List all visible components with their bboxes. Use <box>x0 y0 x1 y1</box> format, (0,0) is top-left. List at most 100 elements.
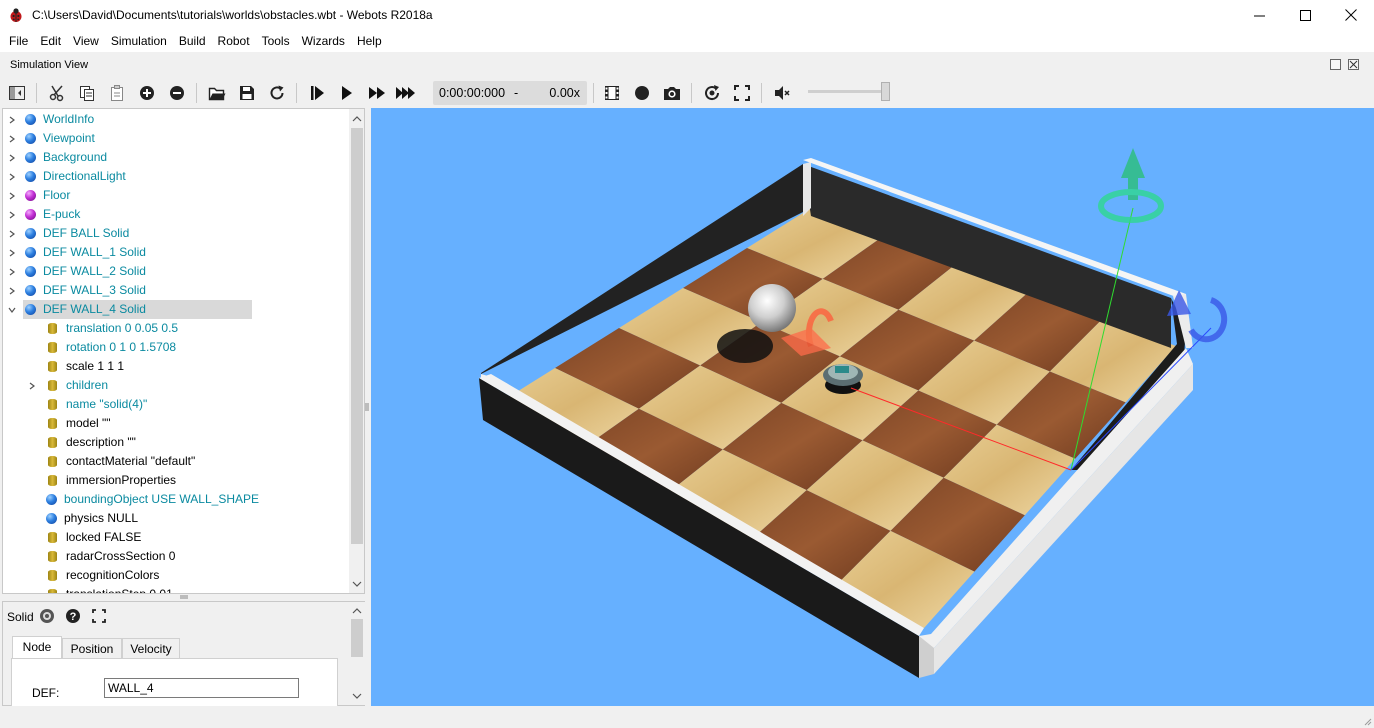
scroll-down-icon[interactable] <box>349 576 365 592</box>
delete-node-button[interactable] <box>165 81 189 105</box>
screenshot-button[interactable] <box>660 81 684 105</box>
splitter-grip-icon[interactable] <box>178 595 190 600</box>
chevron-right-icon[interactable] <box>27 376 37 395</box>
scene-tree-field[interactable]: children <box>3 376 351 395</box>
scene-tree-field[interactable]: rotation 0 1 0 1.5708 <box>3 338 351 357</box>
tab-velocity[interactable]: Velocity <box>122 638 180 659</box>
add-node-button[interactable] <box>135 81 159 105</box>
minimize-button[interactable] <box>1236 0 1282 30</box>
scene-tree-field[interactable]: model "" <box>3 414 351 433</box>
chevron-right-icon[interactable] <box>7 148 17 167</box>
scene-tree-field[interactable]: contactMaterial "default" <box>3 452 351 471</box>
scroll-down-icon[interactable] <box>349 689 365 703</box>
chevron-right-icon[interactable] <box>7 129 17 148</box>
scene-tree-field[interactable]: immersionProperties <box>3 471 351 490</box>
splitter-grip-icon[interactable] <box>364 400 370 414</box>
close-panel-button[interactable] <box>1348 59 1359 70</box>
scene-tree-node[interactable]: E-puck <box>3 205 351 224</box>
run-button[interactable] <box>335 81 359 105</box>
open-world-button[interactable] <box>205 81 229 105</box>
fullscreen-icon[interactable] <box>91 608 107 624</box>
copy-button[interactable] <box>75 81 99 105</box>
float-panel-button[interactable] <box>1330 59 1341 70</box>
menu-view[interactable]: View <box>67 30 105 52</box>
chevron-right-icon[interactable] <box>7 281 17 300</box>
close-button[interactable] <box>1328 0 1374 30</box>
chevron-down-icon[interactable] <box>7 300 17 319</box>
tab-position[interactable]: Position <box>62 638 122 659</box>
scene-tree-node[interactable]: DEF WALL_4 Solid <box>3 300 351 319</box>
record-animation-button[interactable] <box>630 81 654 105</box>
save-world-icon <box>240 86 254 100</box>
chevron-right-icon[interactable] <box>7 167 17 186</box>
menu-tools[interactable]: Tools <box>256 30 296 52</box>
scene-tree-field[interactable]: radarCrossSection 0 <box>3 547 351 566</box>
scene-tree-node[interactable]: DEF WALL_1 Solid <box>3 243 351 262</box>
save-world-button[interactable] <box>235 81 259 105</box>
field-value-icon <box>48 570 57 581</box>
scroll-up-icon[interactable] <box>349 604 365 618</box>
chevron-right-icon[interactable] <box>7 205 17 224</box>
menu-help[interactable]: Help <box>351 30 388 52</box>
record-movie-button[interactable] <box>600 81 624 105</box>
menu-file[interactable]: File <box>3 30 34 52</box>
time-separator: - <box>514 86 519 100</box>
def-name-input[interactable] <box>104 678 299 698</box>
menu-build[interactable]: Build <box>173 30 212 52</box>
scene-tree-field[interactable]: recognitionColors <box>3 566 351 585</box>
scene-tree-field[interactable]: description "" <box>3 433 351 452</box>
fastest-button[interactable] <box>394 81 418 105</box>
scrollbar-thumb[interactable] <box>351 619 363 657</box>
scene-tree-field[interactable]: translationStep 0.01 <box>3 585 351 593</box>
step-button[interactable] <box>305 81 329 105</box>
panel-toggle-button[interactable] <box>5 81 29 105</box>
scene-tree-node[interactable]: DEF WALL_3 Solid <box>3 281 351 300</box>
maximize-button[interactable] <box>1282 0 1328 30</box>
e-puck-robot[interactable] <box>823 364 863 394</box>
reload-world-button[interactable] <box>265 81 289 105</box>
field-value-icon <box>48 418 57 429</box>
restore-viewpoint-button[interactable] <box>700 81 724 105</box>
resize-grip-icon[interactable] <box>1362 716 1372 726</box>
translate-y-handle[interactable] <box>1098 148 1164 223</box>
chevron-right-icon[interactable] <box>7 262 17 281</box>
scene-tree-node[interactable]: Viewpoint <box>3 129 351 148</box>
node-settings-icon[interactable] <box>39 608 55 624</box>
menu-simulation[interactable]: Simulation <box>105 30 173 52</box>
chevron-right-icon[interactable] <box>7 110 17 129</box>
volume-slider-handle[interactable] <box>881 82 890 101</box>
chevron-right-icon[interactable] <box>7 224 17 243</box>
tab-node[interactable]: Node <box>12 636 62 659</box>
scene-tree-field[interactable]: boundingObject USE WALL_SHAPE <box>3 490 351 509</box>
scene-tree-scrollbar[interactable] <box>349 109 365 593</box>
scene-tree-field[interactable]: scale 1 1 1 <box>3 357 351 376</box>
volume-slider-track[interactable] <box>808 90 888 93</box>
menu-edit[interactable]: Edit <box>34 30 67 52</box>
fast-button[interactable] <box>365 81 389 105</box>
node-editor-scrollbar[interactable] <box>349 602 365 705</box>
scene-tree-node[interactable]: Floor <box>3 186 351 205</box>
scene-tree-field[interactable]: name "solid(4)" <box>3 395 351 414</box>
scene-tree-field[interactable]: physics NULL <box>3 509 351 528</box>
scene-tree-node[interactable]: DEF WALL_2 Solid <box>3 262 351 281</box>
scroll-up-icon[interactable] <box>349 111 365 127</box>
mute-button[interactable] <box>770 81 794 105</box>
paste-button[interactable] <box>105 81 129 105</box>
scene-tree-field[interactable]: translation 0 0.05 0.5 <box>3 319 351 338</box>
chevron-right-icon[interactable] <box>7 243 17 262</box>
scrollbar-thumb[interactable] <box>351 128 363 544</box>
scene-tree-node[interactable]: Background <box>3 148 351 167</box>
3d-viewport[interactable] <box>371 108 1374 706</box>
menu-robot[interactable]: Robot <box>212 30 256 52</box>
scene-tree-node[interactable]: WorldInfo <box>3 110 351 129</box>
scene-tree-field[interactable]: locked FALSE <box>3 528 351 547</box>
help-icon[interactable]: ? <box>65 608 81 624</box>
ball[interactable] <box>748 284 796 332</box>
cut-button[interactable] <box>45 81 69 105</box>
menu-wizards[interactable]: Wizards <box>296 30 351 52</box>
chevron-right-icon[interactable] <box>7 186 17 205</box>
close-icon <box>1349 60 1358 69</box>
scene-tree-node[interactable]: DEF BALL Solid <box>3 224 351 243</box>
fullscreen-button[interactable] <box>730 81 754 105</box>
scene-tree-node[interactable]: DirectionalLight <box>3 167 351 186</box>
